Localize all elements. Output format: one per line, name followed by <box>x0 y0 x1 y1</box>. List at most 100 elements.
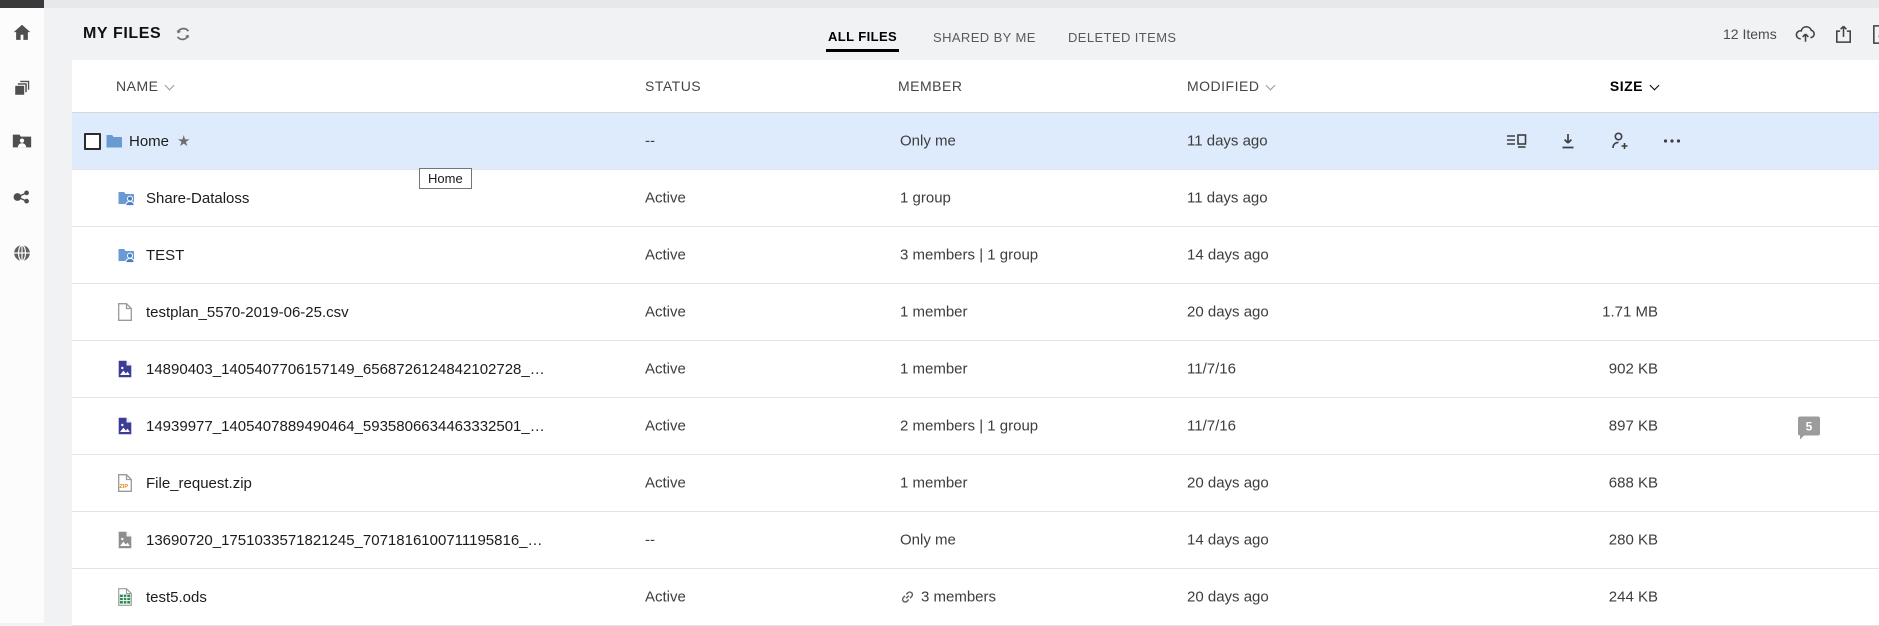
column-header-name[interactable]: NAME <box>116 78 173 94</box>
image-file-icon <box>118 360 135 378</box>
member-cell[interactable]: 3 members <box>900 589 996 606</box>
tab-shared-by-me[interactable]: SHARED BY ME <box>931 8 1038 60</box>
file-name[interactable]: TEST <box>146 247 184 264</box>
table-row[interactable]: test5.ods Active 3 members 20 days ago 2… <box>72 569 1879 626</box>
add-file-icon[interactable] <box>1870 23 1879 46</box>
image-file-icon <box>118 531 135 549</box>
page-title: MY FILES <box>83 25 161 43</box>
column-header-member: MEMBER <box>898 78 962 94</box>
add-user-icon[interactable] <box>1609 130 1631 152</box>
image-file-icon <box>118 417 135 435</box>
refresh-icon[interactable] <box>175 26 191 42</box>
modified-cell: 20 days ago <box>1187 304 1269 321</box>
shared-folder-icon <box>118 246 135 264</box>
status-cell: -- <box>645 532 655 549</box>
table-row[interactable]: testplan_5570-2019-06-25.csv Active 1 me… <box>72 284 1879 341</box>
table-header: NAME STATUS MEMBER MODIFIED SIZE <box>72 60 1879 113</box>
member-cell: 3 members | 1 group <box>900 247 1038 264</box>
member-cell: 2 members | 1 group <box>900 418 1038 435</box>
name-cell: Home ★ <box>84 132 190 150</box>
status-cell: Active <box>645 589 686 606</box>
column-header-modified[interactable]: MODIFIED <box>1187 78 1274 94</box>
member-cell: 1 member <box>900 304 968 321</box>
file-icon <box>118 303 135 321</box>
status-cell: Active <box>645 304 686 321</box>
size-cell: 280 KB <box>1609 532 1658 549</box>
file-name[interactable]: Home <box>129 133 169 150</box>
table-row[interactable]: 14890403_1405407706157149_65687261248421… <box>72 341 1879 398</box>
sidebar <box>0 8 44 623</box>
link-icon <box>900 590 915 605</box>
more-icon[interactable] <box>1661 130 1683 152</box>
file-name[interactable]: Share-Dataloss <box>146 190 249 207</box>
tooltip: Home <box>419 168 472 189</box>
cloud-upload-icon[interactable] <box>1794 23 1817 46</box>
status-cell: Active <box>645 190 686 207</box>
svg-text:ZIP: ZIP <box>119 484 128 490</box>
size-cell: 897 KB <box>1609 418 1658 435</box>
file-name[interactable]: 13690720_1751033571821245_70718161007111… <box>146 532 543 549</box>
modified-cell: 11 days ago <box>1187 133 1268 150</box>
folder-icon <box>106 132 123 150</box>
name-cell: 14890403_1405407706157149_65687261248421… <box>118 360 545 378</box>
size-cell: 244 KB <box>1609 589 1658 606</box>
file-table: NAME STATUS MEMBER MODIFIED SIZE Home ★ … <box>72 60 1879 623</box>
share-icon <box>11 186 33 208</box>
page-header: MY FILES <box>83 8 191 60</box>
tab-deleted-items-label: DELETED ITEMS <box>1066 18 1179 50</box>
sidebar-item-files[interactable] <box>11 77 33 99</box>
modified-cell: 20 days ago <box>1187 475 1269 492</box>
export-icon[interactable] <box>1832 23 1855 46</box>
chevron-down-icon <box>1650 81 1660 91</box>
sidebar-item-net-folders[interactable] <box>11 242 33 264</box>
sidebar-item-shared-with-me[interactable] <box>11 130 33 152</box>
files-icon <box>11 77 33 99</box>
globe-icon <box>11 242 33 264</box>
shared-folder-icon <box>118 189 135 207</box>
file-name[interactable]: testplan_5570-2019-06-25.csv <box>146 304 349 321</box>
member-cell: Only me <box>900 133 956 150</box>
column-header-status: STATUS <box>645 78 701 94</box>
row-checkbox[interactable] <box>84 133 101 150</box>
table-row-home[interactable]: Home ★ -- Only me 11 days ago <box>72 113 1879 170</box>
file-name[interactable]: test5.ods <box>146 589 207 606</box>
name-cell: test5.ods <box>118 588 207 606</box>
modified-cell: 14 days ago <box>1187 247 1269 264</box>
status-cell: -- <box>645 133 655 150</box>
file-name[interactable]: 14939977_1405407889490464_59358066344633… <box>146 418 545 435</box>
table-row[interactable]: Share-Dataloss Active 1 group 11 days ag… <box>72 170 1879 227</box>
spreadsheet-file-icon <box>118 588 135 606</box>
table-row[interactable]: TEST Active 3 members | 1 group 14 days … <box>72 227 1879 284</box>
member-cell: 1 member <box>900 475 968 492</box>
table-row[interactable]: 13690720_1751033571821245_70718161007111… <box>72 512 1879 569</box>
zip-file-icon: ZIP <box>118 474 135 492</box>
status-cell: Active <box>645 475 686 492</box>
sidebar-item-home[interactable] <box>11 22 33 44</box>
modified-cell: 11 days ago <box>1187 190 1268 207</box>
tab-all-files[interactable]: ALL FILES <box>826 8 899 60</box>
sidebar-item-shared-by-me[interactable] <box>11 186 33 208</box>
table-row[interactable]: ZIP File_request.zip Active 1 member 20 … <box>72 455 1879 512</box>
table-row[interactable]: 14939977_1405407889490464_59358066344633… <box>72 398 1879 455</box>
member-cell: 1 group <box>900 190 951 207</box>
file-name[interactable]: File_request.zip <box>146 475 252 492</box>
column-header-size[interactable]: SIZE <box>1610 78 1658 94</box>
modified-cell: 11/7/16 <box>1187 361 1236 378</box>
tab-deleted-items[interactable]: DELETED ITEMS <box>1066 8 1179 60</box>
member-link[interactable]: 3 members <box>921 589 996 606</box>
status-cell: Active <box>645 247 686 264</box>
status-cell: Active <box>645 418 686 435</box>
download-icon[interactable] <box>1557 130 1579 152</box>
favorite-star-icon[interactable]: ★ <box>177 132 190 150</box>
tab-all-files-label: ALL FILES <box>826 17 899 52</box>
details-icon[interactable] <box>1505 130 1527 152</box>
name-cell: testplan_5570-2019-06-25.csv <box>118 303 349 321</box>
file-name[interactable]: 14890403_1405407706157149_65687261248421… <box>146 361 545 378</box>
name-cell: TEST <box>118 246 184 264</box>
name-cell: 13690720_1751033571821245_70718161007111… <box>118 531 543 549</box>
status-cell: Active <box>645 361 686 378</box>
comment-count-badge[interactable]: 5 <box>1798 417 1820 436</box>
size-cell: 902 KB <box>1609 361 1658 378</box>
name-cell: ZIP File_request.zip <box>118 474 252 492</box>
top-strip <box>44 0 1879 8</box>
